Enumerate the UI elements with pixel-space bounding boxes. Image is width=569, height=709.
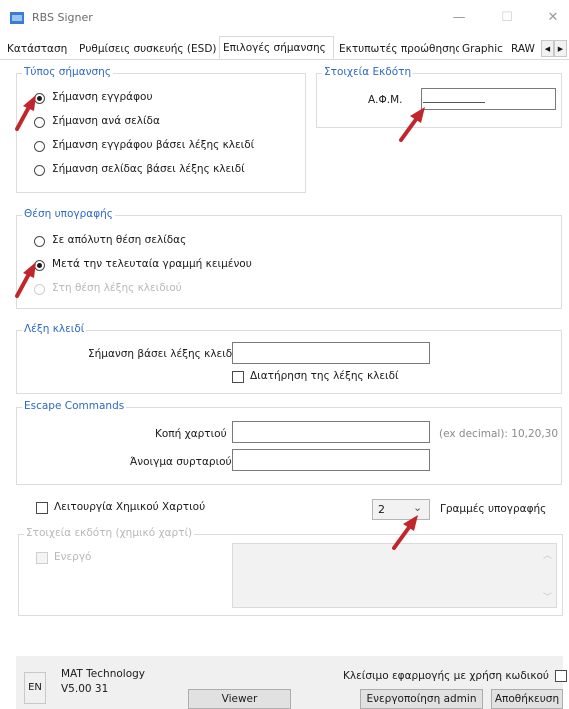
radio-label: Σήμανση εγγράφου βάσει λέξης κλειδί bbox=[52, 139, 255, 151]
tab-raw[interactable]: RAW bbox=[508, 40, 538, 58]
active-checkbox[interactable] bbox=[36, 552, 48, 564]
marking-type-legend: Τύπος σήμανσης bbox=[22, 66, 113, 78]
keep-keyword-label: Διατήρηση της λέξης κλειδί bbox=[250, 370, 399, 382]
signature-lines-label: Γραμμές υπογραφής bbox=[440, 503, 547, 515]
save-button[interactable]: Αποθήκευση bbox=[491, 689, 563, 709]
thermal-paper-checkbox[interactable] bbox=[36, 502, 48, 514]
radio-document-keyword-marking[interactable] bbox=[34, 141, 45, 152]
radio-label: Σήμανση εγγράφου bbox=[52, 91, 153, 103]
afm-redaction-line bbox=[423, 102, 485, 103]
close-with-password-checkbox[interactable] bbox=[555, 670, 567, 682]
thermal-issuer-legend: Στοιχεία εκδότη (χημικό χαρτί) bbox=[24, 527, 195, 539]
tab-scroll-right-button[interactable]: ▶ bbox=[554, 40, 567, 57]
radio-label: Στη θέση λέξης κλειδιού bbox=[52, 282, 182, 294]
tab-marking-options[interactable]: Επιλογές σήμανσης bbox=[219, 36, 334, 59]
tab-scroll-left-button[interactable]: ◀ bbox=[541, 40, 554, 57]
escape-commands-group bbox=[16, 407, 562, 485]
open-drawer-input[interactable] bbox=[232, 449, 430, 471]
minimize-button[interactable]: — bbox=[444, 6, 474, 30]
maximize-button[interactable]: ☐ bbox=[492, 6, 522, 30]
window-title: RBS Signer bbox=[32, 11, 93, 24]
keep-keyword-checkbox[interactable] bbox=[232, 371, 244, 383]
tab-device-settings[interactable]: Ρυθμίσεις συσκευής (ESD) bbox=[76, 40, 220, 58]
radio-label: Μετά την τελευταία γραμμή κειμένου bbox=[52, 258, 252, 270]
language-button[interactable]: EN bbox=[24, 672, 46, 704]
signature-lines-value: 2 bbox=[378, 503, 385, 516]
annotation-arrow-icon bbox=[15, 262, 36, 298]
escape-hint: (ex decimal): 10,20,30 bbox=[439, 428, 559, 440]
scroll-down-icon[interactable]: ﹀ bbox=[543, 590, 552, 603]
version-text: V5.00 31 bbox=[61, 683, 109, 695]
keyword-field-label: Σήμανση βάσει λέξης κλειδί bbox=[88, 348, 236, 360]
keyword-input[interactable] bbox=[232, 342, 430, 364]
open-drawer-label: Άνοιγμα συρταριού bbox=[130, 456, 232, 468]
app-icon bbox=[10, 12, 24, 24]
thermal-issuer-textarea[interactable]: ︿ ﹀ bbox=[232, 543, 557, 608]
viewer-button[interactable]: Viewer bbox=[188, 689, 291, 709]
annotation-arrow-icon bbox=[399, 107, 425, 142]
cut-paper-input[interactable] bbox=[232, 421, 430, 443]
escape-commands-legend: Escape Commands bbox=[22, 400, 127, 412]
radio-absolute-position[interactable] bbox=[34, 236, 45, 247]
close-with-password-label: Κλείσιμο εφαρμογής με χρήση κωδικού bbox=[343, 670, 550, 682]
company-name: MAT Technology bbox=[61, 668, 145, 680]
cut-paper-label: Κοπή χαρτιού bbox=[155, 428, 227, 440]
tab-graphic[interactable]: Graphic bbox=[459, 40, 506, 58]
active-label: Ενεργό bbox=[54, 551, 92, 563]
radio-page-keyword-marking[interactable] bbox=[34, 165, 45, 176]
keyword-legend: Λέξη κλειδί bbox=[22, 323, 87, 335]
thermal-paper-label: Λειτουργία Χημικού Χαρτιού bbox=[54, 501, 206, 513]
radio-label: Σε απόλυτη θέση σελίδας bbox=[52, 234, 187, 246]
radio-label: Σήμανση ανά σελίδα bbox=[52, 115, 160, 127]
annotation-arrow-icon bbox=[392, 515, 418, 550]
signature-position-legend: Θέση υπογραφής bbox=[22, 208, 115, 220]
enable-admin-button[interactable]: Ενεργοποίηση admin bbox=[360, 689, 483, 709]
scroll-up-icon[interactable]: ︿ bbox=[543, 548, 552, 561]
tab-status[interactable]: Κατάσταση bbox=[4, 40, 71, 58]
tab-forward-printers[interactable]: Εκτυπωτές προώθησης bbox=[336, 40, 465, 58]
issuer-legend: Στοιχεία Εκδότη bbox=[322, 66, 414, 78]
afm-input[interactable] bbox=[421, 88, 556, 110]
annotation-arrow-icon bbox=[15, 95, 36, 131]
radio-label: Σήμανση σελίδας βάσει λέξης κλειδί bbox=[52, 163, 245, 175]
close-button[interactable]: ✕ bbox=[538, 6, 568, 30]
